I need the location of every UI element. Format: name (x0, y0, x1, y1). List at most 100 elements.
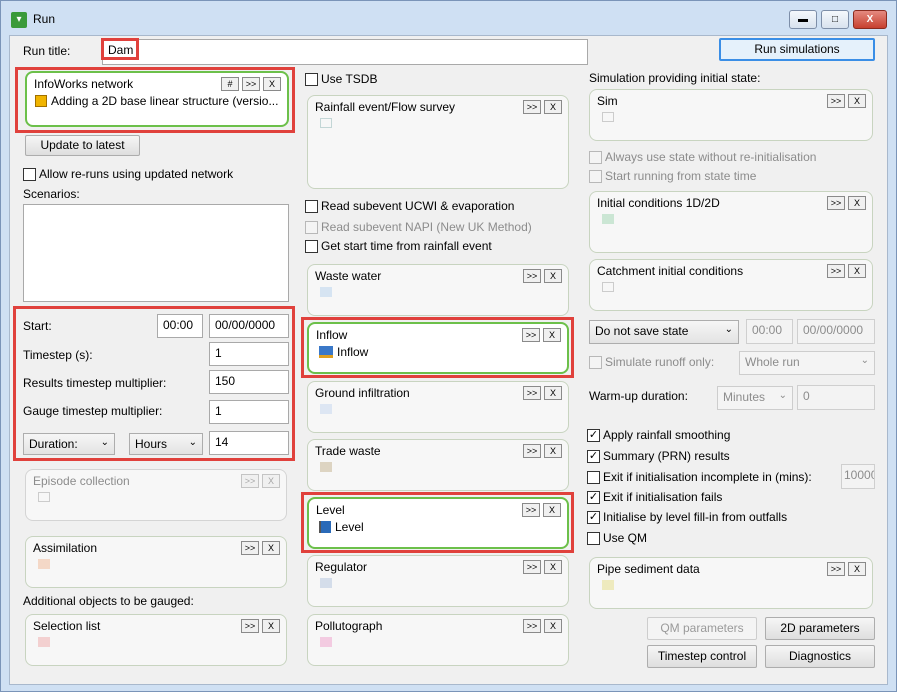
regulator-title: Regulator (315, 560, 368, 574)
trade-waste-remove-button[interactable]: X (544, 444, 562, 458)
sim-remove-button[interactable]: X (848, 94, 866, 108)
waste-water-icon (320, 287, 332, 297)
rainfall-remove-button[interactable]: X (544, 100, 562, 114)
allow-reruns-checkbox[interactable] (23, 168, 36, 181)
assimilation-remove-button[interactable]: X (262, 541, 280, 555)
episode-more-button[interactable]: >> (241, 474, 259, 488)
sim-more-button[interactable]: >> (827, 94, 845, 108)
maximize-button[interactable]: □ (821, 10, 849, 29)
waste-water-more-button[interactable]: >> (523, 269, 541, 283)
inflow-more-button[interactable]: >> (522, 328, 540, 342)
level-more-button[interactable]: >> (522, 503, 540, 517)
pipe-sediment-more-button[interactable]: >> (827, 562, 845, 576)
level-remove-button[interactable]: X (543, 503, 561, 517)
initial-conditions-remove-button[interactable]: X (848, 196, 866, 210)
qm-parameters-button[interactable]: QM parameters (647, 617, 757, 640)
initial-state-label: Simulation providing initial state: (589, 71, 761, 85)
network-hash-button[interactable]: # (221, 77, 239, 91)
pollutograph-remove-button[interactable]: X (544, 619, 562, 633)
save-state-select[interactable]: Do not save state ⌄ (589, 320, 739, 344)
pollutograph-more-button[interactable]: >> (523, 619, 541, 633)
trade-waste-more-button[interactable]: >> (523, 444, 541, 458)
save-state-time-input[interactable]: 00:00 (746, 319, 793, 344)
pipe-sediment-group: Pipe sediment data >> X (589, 557, 873, 609)
level-title: Level (316, 503, 345, 517)
inflow-item[interactable]: Inflow (337, 345, 368, 359)
network-remove-button[interactable]: X (263, 77, 281, 91)
duration-unit-select[interactable]: Hours ⌄ (129, 433, 203, 455)
duration-unit-value: Hours (135, 437, 168, 451)
simulate-runoff-select[interactable]: Whole run ⌄ (739, 351, 875, 375)
use-qm-checkbox[interactable] (587, 532, 600, 545)
save-state-date-input[interactable]: 00/00/0000 (797, 319, 875, 344)
gauge-multiplier-input[interactable]: 1 (209, 400, 289, 424)
network-more-button[interactable]: >> (242, 77, 260, 91)
network-item[interactable]: Adding a 2D base linear structure (versi… (51, 94, 278, 108)
exit-fails-checkbox[interactable]: ✓ (587, 491, 600, 504)
catchment-more-button[interactable]: >> (827, 264, 845, 278)
duration-input[interactable]: 14 (209, 431, 289, 455)
rainfall-more-button[interactable]: >> (523, 100, 541, 114)
read-napi-checkbox[interactable] (305, 221, 318, 234)
init-level-checkbox[interactable]: ✓ (587, 511, 600, 524)
run-window: ▾ Run ▬ □ X Run title: Dam Run simulatio… (0, 0, 897, 692)
2d-parameters-button[interactable]: 2D parameters (765, 617, 875, 640)
ground-infiltration-icon (320, 404, 332, 414)
simulate-runoff-checkbox[interactable] (589, 356, 602, 369)
use-tsdb-checkbox[interactable] (305, 73, 318, 86)
selection-remove-button[interactable]: X (262, 619, 280, 633)
selection-more-button[interactable]: >> (241, 619, 259, 633)
timestep-input[interactable]: 1 (209, 342, 289, 366)
run-title-input[interactable]: Dam (102, 39, 588, 65)
always-use-state-checkbox[interactable] (589, 151, 602, 164)
chevron-down-icon: ⌄ (100, 437, 109, 448)
rain-smoothing-label: Apply rainfall smoothing (603, 428, 731, 442)
timestep-control-button[interactable]: Timestep control (647, 645, 757, 668)
duration-select[interactable]: Duration: ⌄ (23, 433, 115, 455)
regulator-remove-button[interactable]: X (544, 560, 562, 574)
exit-incomplete-input[interactable]: 10000 (841, 464, 875, 489)
pipe-sediment-remove-button[interactable]: X (848, 562, 866, 576)
initial-conditions-icon (602, 214, 614, 224)
episode-remove-button[interactable]: X (262, 474, 280, 488)
episode-collection-group: Episode collection >> X (25, 469, 287, 521)
exit-incomplete-checkbox[interactable] (587, 471, 600, 484)
waste-water-remove-button[interactable]: X (544, 269, 562, 283)
start-running-checkbox[interactable] (589, 170, 602, 183)
start-date-input[interactable]: 00/00/0000 (209, 314, 289, 338)
minimize-button[interactable]: ▬ (789, 10, 817, 29)
read-napi-label: Read subevent NAPI (New UK Method) (321, 220, 532, 234)
trade-waste-title: Trade waste (315, 444, 381, 458)
update-to-latest-button[interactable]: Update to latest (25, 135, 140, 156)
pipe-sediment-icon (602, 580, 614, 590)
results-multiplier-input[interactable]: 150 (209, 370, 289, 394)
assimilation-more-button[interactable]: >> (241, 541, 259, 555)
catchment-remove-button[interactable]: X (848, 264, 866, 278)
close-button[interactable]: X (853, 10, 887, 29)
ground-infiltration-group: Ground infiltration >> X (307, 381, 569, 433)
allow-reruns-label: Allow re-runs using updated network (39, 167, 234, 181)
warmup-input[interactable]: 0 (797, 385, 875, 410)
chevron-down-icon: ⌄ (188, 437, 197, 448)
catchment-initial-title: Catchment initial conditions (597, 264, 744, 278)
run-simulations-button[interactable]: Run simulations (719, 38, 875, 61)
additional-objects-label: Additional objects to be gauged: (23, 594, 194, 608)
inflow-remove-button[interactable]: X (543, 328, 561, 342)
initial-conditions-more-button[interactable]: >> (827, 196, 845, 210)
scenarios-list[interactable] (23, 204, 289, 302)
get-start-time-checkbox[interactable] (305, 240, 318, 253)
ground-remove-button[interactable]: X (544, 386, 562, 400)
rain-smoothing-checkbox[interactable]: ✓ (587, 429, 600, 442)
level-item[interactable]: Level (335, 520, 364, 534)
initial-conditions-group: Initial conditions 1D/2D >> X (589, 191, 873, 253)
assimilation-title: Assimilation (33, 541, 98, 555)
diagnostics-button[interactable]: Diagnostics (765, 645, 875, 668)
start-time-input[interactable]: 00:00 (157, 314, 203, 338)
warmup-unit-select[interactable]: Minutes ⌄ (717, 386, 793, 410)
regulator-icon (320, 578, 332, 588)
summary-checkbox[interactable]: ✓ (587, 450, 600, 463)
chevron-down-icon: ⌄ (778, 390, 787, 401)
ground-more-button[interactable]: >> (523, 386, 541, 400)
read-ucwi-checkbox[interactable] (305, 200, 318, 213)
regulator-more-button[interactable]: >> (523, 560, 541, 574)
